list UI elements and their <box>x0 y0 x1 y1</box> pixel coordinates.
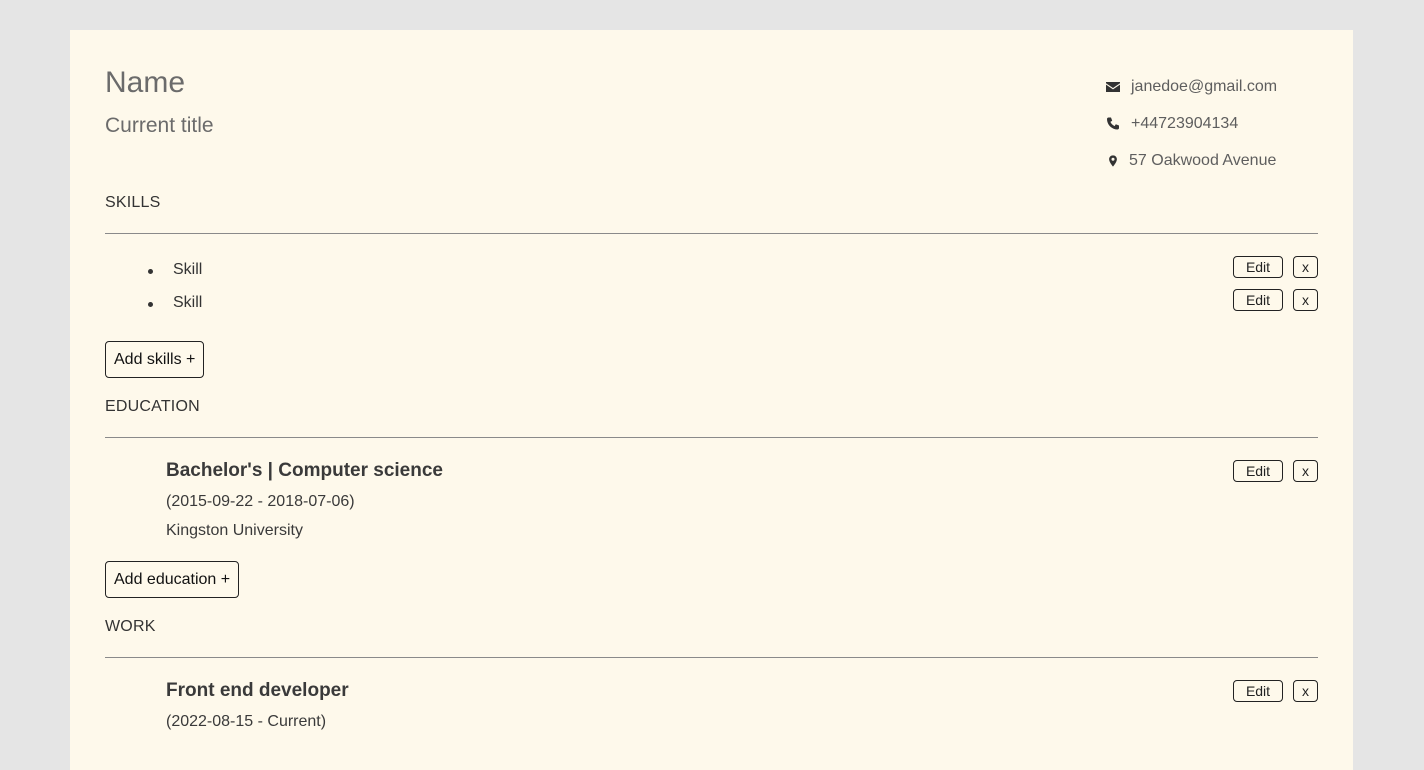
envelope-icon <box>1106 81 1120 92</box>
contact-info: janedoe@gmail.com +44723904134 57 Oakwoo… <box>1105 68 1277 179</box>
bullet-icon <box>148 302 153 307</box>
remove-skill-button[interactable]: x <box>1293 289 1318 311</box>
remove-work-button[interactable]: x <box>1293 680 1318 702</box>
work-entry-dates: (2022-08-15 - Current) <box>166 713 327 730</box>
phone-icon <box>1107 117 1119 129</box>
bullet-icon <box>148 269 153 274</box>
education-entry-institution: Kingston University <box>166 522 303 539</box>
edit-skill-button[interactable]: Edit <box>1233 289 1283 311</box>
work-divider <box>105 657 1318 658</box>
work-entry-title: Front end developer <box>166 680 349 701</box>
skill-label: Skill <box>173 261 203 278</box>
education-entry-title: Bachelor's | Computer science <box>166 460 443 481</box>
remove-education-button[interactable]: x <box>1293 460 1318 482</box>
profile-name: Name <box>105 66 186 99</box>
contact-address-row: 57 Oakwood Avenue <box>1105 142 1277 179</box>
skill-list-item: Skill <box>105 258 1318 284</box>
contact-phone: +44723904134 <box>1131 114 1239 132</box>
education-divider <box>105 437 1318 438</box>
skills-divider <box>105 233 1318 234</box>
skill-label: Skill <box>173 294 203 311</box>
skill-list-item: Skill <box>105 291 1318 317</box>
education-entry-dates: (2015-09-22 - 2018-07-06) <box>166 493 355 510</box>
profile-title: Current title <box>105 114 214 137</box>
resume-page: Name Current title janedoe@gmail.com +44… <box>70 30 1353 770</box>
skills-section-title: SKILLS <box>105 194 161 211</box>
edit-education-button[interactable]: Edit <box>1233 460 1283 482</box>
edit-work-button[interactable]: Edit <box>1233 680 1283 702</box>
work-section-title: WORK <box>105 618 156 635</box>
edit-skill-button[interactable]: Edit <box>1233 256 1283 278</box>
contact-address: 57 Oakwood Avenue <box>1129 151 1277 169</box>
contact-email: janedoe@gmail.com <box>1131 77 1278 95</box>
remove-skill-button[interactable]: x <box>1293 256 1318 278</box>
contact-email-row: janedoe@gmail.com <box>1105 68 1277 105</box>
education-section-title: EDUCATION <box>105 398 200 415</box>
add-skills-button[interactable]: Add skills + <box>105 341 205 378</box>
add-education-button[interactable]: Add education + <box>105 561 240 598</box>
contact-phone-row: +44723904134 <box>1105 105 1277 142</box>
profile-header: Name Current title <box>105 66 214 138</box>
location-pin-icon <box>1109 154 1117 167</box>
